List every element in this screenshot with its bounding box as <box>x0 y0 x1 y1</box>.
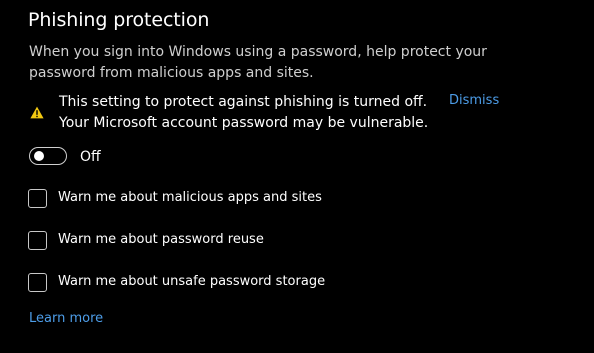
learn-more-link[interactable]: Learn more <box>29 311 103 326</box>
warning-triangle-icon <box>30 106 44 119</box>
toggle-state-label: Off <box>80 149 101 165</box>
warn-malicious-apps-checkbox[interactable] <box>28 189 47 208</box>
dismiss-link[interactable]: Dismiss <box>449 93 499 108</box>
warning-message: This setting to protect against phishing… <box>59 94 429 131</box>
toggle-knob <box>34 151 44 161</box>
warn-password-reuse-checkbox[interactable] <box>28 231 47 250</box>
section-title: Phishing protection <box>28 9 210 31</box>
warn-malicious-apps-label: Warn me about malicious apps and sites <box>58 190 322 205</box>
section-description: When you sign into Windows using a passw… <box>29 44 487 81</box>
phishing-protection-panel: Phishing protection When you sign into W… <box>0 0 594 353</box>
phishing-protection-toggle[interactable] <box>29 147 67 165</box>
warn-unsafe-storage-checkbox[interactable] <box>28 273 47 292</box>
warn-password-reuse-label: Warn me about password reuse <box>58 232 264 247</box>
warn-unsafe-storage-label: Warn me about unsafe password storage <box>58 274 326 289</box>
